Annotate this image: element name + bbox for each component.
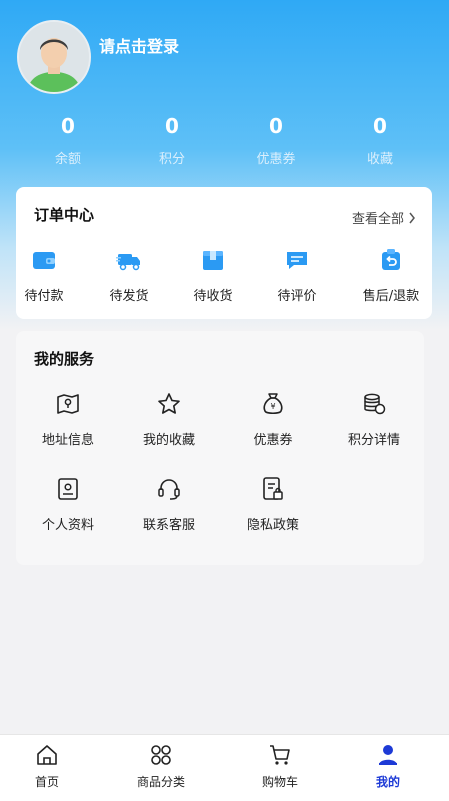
coins-icon <box>364 393 386 415</box>
stat-coupons[interactable]: 0 优惠券 <box>236 112 316 167</box>
truck-icon <box>116 254 140 271</box>
order-item-label: 待评价 <box>277 289 317 304</box>
bottom-tab-bar: 首页 商品分类 购物车 我的 <box>0 734 449 801</box>
star-icon <box>158 393 180 414</box>
order-after-sales[interactable]: 售后/退款 <box>351 247 431 304</box>
service-label: 积分详情 <box>347 433 400 448</box>
stat-label: 优惠券 <box>256 152 296 167</box>
service-address[interactable]: 地址信息 <box>23 391 113 448</box>
view-all-label: 查看全部 <box>351 212 404 227</box>
tab-cart[interactable]: 购物车 <box>235 743 325 790</box>
service-label: 联系客服 <box>142 518 195 533</box>
order-pending-payment[interactable]: 待付款 <box>4 247 84 304</box>
order-pending-review[interactable]: 待评价 <box>257 247 337 304</box>
stats-row: 0 余额 0 积分 0 优惠券 0 收藏 <box>0 112 449 172</box>
money-bag-icon: ¥ <box>263 393 283 415</box>
home-icon <box>37 745 57 765</box>
service-profile[interactable]: 个人资料 <box>23 476 113 533</box>
wallet-icon <box>33 252 55 269</box>
tab-home[interactable]: 首页 <box>2 743 92 790</box>
tab-label: 购物车 <box>261 775 298 789</box>
service-label: 地址信息 <box>41 433 94 448</box>
stat-value: 0 <box>165 114 179 138</box>
category-icon <box>151 745 171 765</box>
user-icon <box>379 745 397 765</box>
comment-icon <box>287 252 307 269</box>
default-avatar-icon <box>19 22 89 92</box>
stat-label: 收藏 <box>366 152 393 167</box>
service-coupons[interactable]: ¥ 优惠券 <box>228 391 318 448</box>
my-services-card: 我的服务 地址信息 我的收藏 ¥ 优惠券 积分详情 个人资料 联系客服 隐私政策 <box>16 331 424 565</box>
order-center-title: 订单中心 <box>34 206 95 224</box>
service-label: 我的收藏 <box>142 433 195 448</box>
service-label: 优惠券 <box>253 433 293 448</box>
order-item-label: 待付款 <box>24 289 64 304</box>
tab-category[interactable]: 商品分类 <box>116 743 206 790</box>
headset-icon <box>158 479 180 500</box>
order-item-label: 售后/退款 <box>362 289 420 304</box>
stat-value: 0 <box>373 114 387 138</box>
map-icon <box>57 394 79 414</box>
stat-balance[interactable]: 0 余额 <box>28 112 108 167</box>
order-item-label: 待收货 <box>193 289 233 304</box>
service-customer-support[interactable]: 联系客服 <box>124 476 214 533</box>
cart-icon <box>270 745 290 765</box>
avatar[interactable] <box>17 20 91 94</box>
login-prompt[interactable]: 请点击登录 <box>99 33 179 57</box>
service-label: 个人资料 <box>41 518 94 533</box>
order-pending-shipment[interactable]: 待发货 <box>89 247 169 304</box>
stat-label: 余额 <box>54 152 81 167</box>
stat-label: 积分 <box>158 152 185 167</box>
stat-value: 0 <box>61 114 75 138</box>
profile-card-icon <box>58 478 78 500</box>
privacy-doc-icon <box>263 477 283 500</box>
stat-favorites[interactable]: 0 收藏 <box>340 112 420 167</box>
order-pending-receipt[interactable]: 待收货 <box>173 247 253 304</box>
service-favorites[interactable]: 我的收藏 <box>124 391 214 448</box>
service-privacy-policy[interactable]: 隐私政策 <box>228 476 318 533</box>
stat-points[interactable]: 0 积分 <box>132 112 212 167</box>
svg-text:¥: ¥ <box>270 402 275 411</box>
refund-icon <box>382 249 400 270</box>
view-all-orders-link[interactable]: 查看全部 <box>352 208 416 227</box>
tab-mine[interactable]: 我的 <box>343 743 433 790</box>
box-icon <box>203 251 223 270</box>
my-services-title: 我的服务 <box>34 350 95 368</box>
order-center-card: 订单中心 查看全部 待付款 待发货 待收货 待评价 售后/退款 <box>16 187 432 319</box>
stat-value: 0 <box>269 114 283 138</box>
tab-label: 商品分类 <box>136 775 185 789</box>
chevron-right-icon <box>409 212 415 223</box>
tab-label: 我的 <box>375 775 400 789</box>
service-label: 隐私政策 <box>246 518 299 533</box>
service-points-detail[interactable]: 积分详情 <box>329 391 419 448</box>
tab-label: 首页 <box>34 775 59 789</box>
order-item-label: 待发货 <box>109 289 149 304</box>
